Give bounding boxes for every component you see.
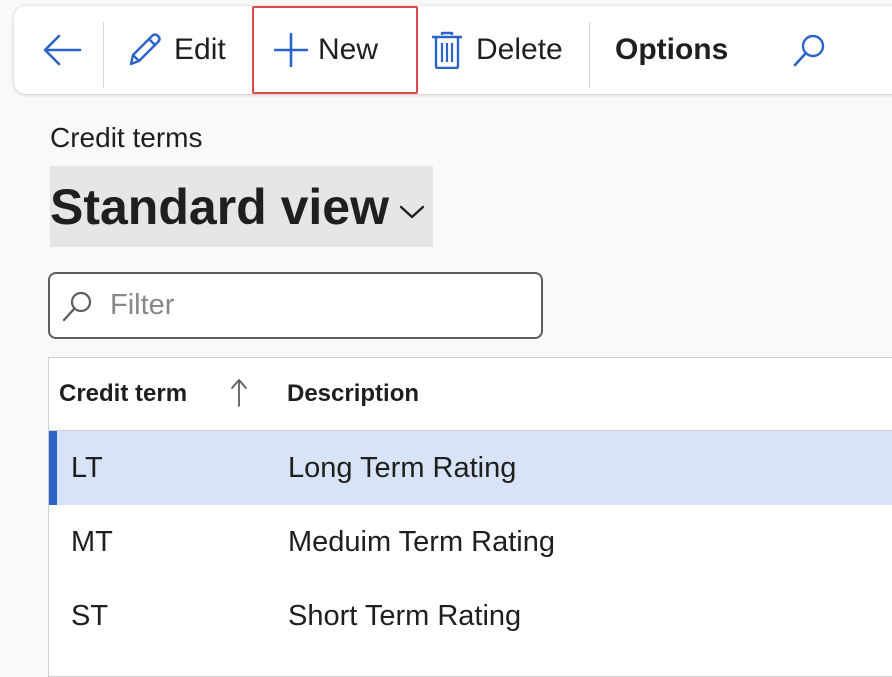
arrow-left-icon — [43, 34, 82, 66]
column-header-description[interactable]: Description — [287, 358, 419, 430]
new-label: New — [318, 33, 379, 66]
cell-description[interactable]: Meduim Term Rating — [288, 505, 555, 579]
sort-ascending-icon[interactable] — [231, 378, 247, 408]
trash-icon — [432, 31, 462, 69]
edit-button[interactable]: Edit — [126, 6, 226, 94]
filter-input[interactable] — [108, 288, 512, 323]
options-label: Options — [615, 33, 729, 66]
back-button[interactable] — [42, 6, 82, 94]
edit-label: Edit — [174, 33, 226, 66]
search-icon — [793, 34, 825, 67]
cell-credit-term[interactable]: MT — [71, 505, 113, 579]
options-tab[interactable]: Options — [615, 6, 728, 94]
cell-credit-term[interactable]: LT — [71, 431, 103, 505]
row-selection-marker — [49, 431, 57, 505]
search-icon — [62, 291, 92, 321]
table-row[interactable]: ST Short Term Rating — [49, 579, 892, 653]
table-row[interactable]: LT Long Term Rating — [49, 431, 892, 505]
delete-button[interactable]: Delete — [432, 6, 563, 94]
grid-header: Credit term Description — [49, 358, 892, 431]
action-pane: Edit New Delete Options — [14, 6, 892, 94]
plus-icon — [274, 33, 308, 67]
cell-description[interactable]: Long Term Rating — [288, 431, 516, 505]
cell-description[interactable]: Short Term Rating — [288, 579, 521, 653]
search-button[interactable] — [792, 6, 828, 94]
toolbar-divider — [103, 22, 104, 88]
cell-credit-term[interactable]: ST — [71, 579, 108, 653]
filter-box[interactable] — [48, 272, 543, 339]
delete-label: Delete — [476, 33, 563, 66]
table-row[interactable]: MT Meduim Term Rating — [49, 505, 892, 579]
view-title: Standard view — [50, 178, 389, 235]
pencil-icon — [129, 33, 161, 66]
column-header-credit-term[interactable]: Credit term — [59, 358, 187, 430]
view-selector[interactable]: Standard view — [50, 166, 433, 247]
toolbar-divider — [589, 22, 590, 88]
credit-terms-grid: Credit term Description LT Long Term Rat… — [48, 357, 892, 677]
chevron-down-icon — [399, 205, 425, 218]
new-button[interactable]: New — [252, 6, 418, 94]
page-caption: Credit terms — [50, 122, 203, 153]
